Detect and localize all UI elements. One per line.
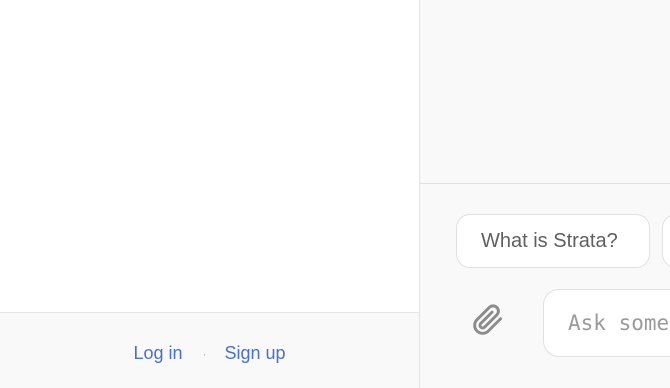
login-link[interactable]: Log in — [133, 343, 182, 364]
suggestion-chip[interactable]: What is Strata? — [456, 214, 650, 268]
chat-divider — [420, 183, 670, 184]
app-window: Log in · Sign up What is Strata? — [0, 0, 670, 388]
attach-button[interactable] — [470, 303, 506, 341]
suggestion-chip-label: What is Strata? — [481, 229, 618, 252]
suggestion-chip[interactable] — [662, 214, 670, 268]
auth-links: Log in · Sign up — [0, 343, 419, 364]
chat-pane: What is Strata? — [420, 0, 670, 388]
chat-input[interactable] — [543, 289, 670, 357]
signup-link[interactable]: Sign up — [224, 343, 285, 364]
auth-separator: · — [202, 346, 207, 361]
paperclip-icon — [472, 303, 504, 341]
left-pane: Log in · Sign up — [0, 0, 419, 388]
auth-footer: Log in · Sign up — [0, 312, 419, 388]
